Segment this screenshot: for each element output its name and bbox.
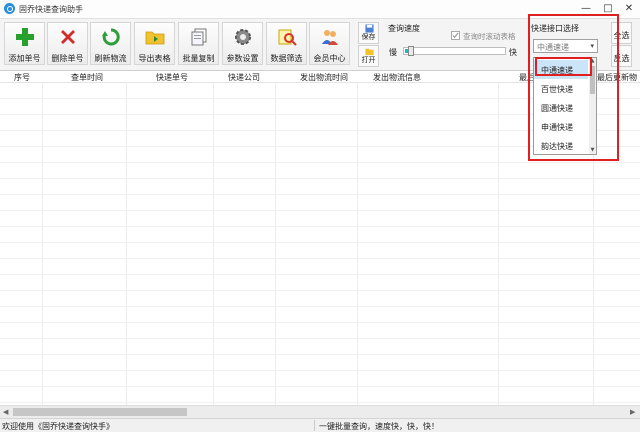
status-slogan-text: 一键批量查询，速度快，快，快！ <box>319 422 439 431</box>
batch-copy-button[interactable]: 批量复制 <box>178 22 219 65</box>
refresh-logistics-button[interactable]: 刷新物流 <box>90 22 131 65</box>
annotation-highlight-box <box>528 14 619 161</box>
delete-number-button[interactable]: 删除单号 <box>47 22 88 65</box>
horizontal-scrollbar[interactable]: ◀ ▶ <box>0 405 640 418</box>
member-center-button[interactable]: 会员中心 <box>309 22 350 65</box>
member-center-label: 会员中心 <box>313 54 346 63</box>
horizontal-scrollbar-thumb[interactable] <box>13 408 187 416</box>
open-button[interactable]: 打开 <box>358 45 379 67</box>
query-speed-label: 查询速度 <box>388 24 420 33</box>
row-divider <box>0 258 640 259</box>
check-icon <box>452 32 459 39</box>
gear-icon <box>235 29 251 45</box>
column-header-ship-time[interactable]: 发出物流时间 <box>300 72 348 83</box>
column-header-tracking-number[interactable]: 快递单号 <box>156 72 188 83</box>
export-table-button[interactable]: 导出表格 <box>134 22 175 65</box>
status-bar: 欢迎使用《固乔快递查询快手》 一键批量查询，速度快，快，快！ <box>0 418 640 432</box>
data-filter-label: 数据筛选 <box>270 54 303 63</box>
parameter-settings-button[interactable]: 参数设置 <box>222 22 263 65</box>
column-header-index[interactable]: 序号 <box>14 72 30 83</box>
row-divider <box>0 402 640 403</box>
save-button[interactable]: 保存 <box>358 22 379 44</box>
row-divider <box>0 370 640 371</box>
status-divider <box>314 420 315 431</box>
row-divider <box>0 338 640 339</box>
scroll-right-icon[interactable]: ▶ <box>630 408 635 416</box>
copy-icon <box>191 28 207 46</box>
filter-icon <box>278 29 297 46</box>
delete-icon <box>61 30 75 44</box>
row-divider <box>0 322 640 323</box>
annotation-highlight-selected <box>535 57 592 76</box>
row-divider <box>0 194 640 195</box>
refresh-logistics-label: 刷新物流 <box>94 54 127 63</box>
parameter-settings-label: 参数设置 <box>226 54 259 63</box>
batch-copy-label: 批量复制 <box>182 54 215 63</box>
row-divider <box>0 274 640 275</box>
column-header-ship-info[interactable]: 发出物流信息 <box>373 72 421 83</box>
row-divider <box>0 354 640 355</box>
add-number-label: 添加单号 <box>8 54 41 63</box>
close-button[interactable]: ✕ <box>621 1 637 16</box>
speed-fast-label: 快 <box>509 48 517 57</box>
row-divider <box>0 306 640 307</box>
row-divider <box>0 386 640 387</box>
open-label: 打开 <box>361 56 376 64</box>
folder-icon <box>145 31 165 45</box>
members-icon <box>322 30 338 45</box>
row-divider <box>0 242 640 243</box>
column-header-courier[interactable]: 快递公司 <box>228 72 260 83</box>
refresh-icon <box>102 28 120 46</box>
status-welcome-text: 欢迎使用《固乔快递查询快手》 <box>2 422 114 431</box>
row-divider <box>0 210 640 211</box>
row-divider <box>0 226 640 227</box>
row-divider <box>0 178 640 179</box>
add-number-button[interactable]: 添加单号 <box>4 22 45 65</box>
row-divider <box>0 162 640 163</box>
scroll-left-icon[interactable]: ◀ <box>3 408 8 416</box>
column-header-query-time[interactable]: 查单时间 <box>71 72 103 83</box>
data-filter-button[interactable]: 数据筛选 <box>266 22 307 65</box>
plus-icon <box>16 28 34 46</box>
speed-slider[interactable] <box>403 46 506 56</box>
export-table-label: 导出表格 <box>138 54 171 63</box>
scroll-table-checkbox[interactable] <box>451 31 460 40</box>
save-label: 保存 <box>361 33 376 41</box>
speed-slow-label: 慢 <box>389 48 397 57</box>
scroll-table-checkbox-label: 查询时滚动表格 <box>463 32 516 41</box>
row-divider <box>0 290 640 291</box>
delete-number-label: 删除单号 <box>51 54 84 63</box>
speed-slider-thumb[interactable] <box>407 46 414 56</box>
app-logo-icon <box>4 3 15 14</box>
window-title: 固乔快递查询助手 <box>19 5 83 14</box>
